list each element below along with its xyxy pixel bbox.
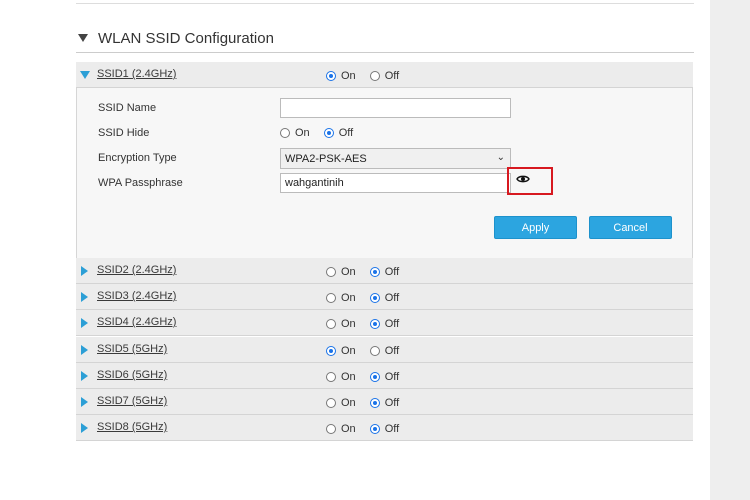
ssid-row: SSID8 (5GHz) On Off: [76, 415, 693, 441]
radio-label-on: On: [341, 345, 356, 357]
ssid-off-radio[interactable]: [369, 372, 380, 382]
radio-label-on: On: [341, 292, 356, 304]
triangle-right-icon[interactable]: [81, 371, 88, 381]
ssid-off-radio[interactable]: [369, 71, 380, 81]
radio-label-off: Off: [384, 397, 400, 409]
ssid-enable-radio-group: On Off: [326, 70, 413, 82]
ssid-link[interactable]: SSID3 (2.4GHz): [97, 290, 176, 302]
ssid-link[interactable]: SSID6 (5GHz): [97, 369, 167, 381]
top-divider: [76, 3, 694, 4]
ssid-on-radio[interactable]: [326, 346, 336, 356]
ssid-link[interactable]: SSID2 (2.4GHz): [97, 264, 176, 276]
triangle-down-icon[interactable]: [80, 71, 90, 79]
ssid-on-radio[interactable]: [326, 71, 336, 81]
ssid-row: SSID6 (5GHz) On Off: [76, 363, 693, 389]
triangle-right-icon[interactable]: [81, 423, 88, 433]
ssid-enable-radio-group: On Off: [326, 345, 413, 357]
radio-label-off: Off: [384, 292, 400, 304]
radio-label-off: Off: [384, 423, 400, 435]
ssid-enable-radio-group: On Off: [326, 318, 413, 330]
ssid-enable-radio-group: On Off: [326, 397, 413, 409]
ssid-row-ssid1: SSID1 (2.4GHz) On Off: [76, 62, 693, 88]
ssid-hide-off-radio[interactable]: [323, 128, 334, 138]
radio-label-on: On: [341, 318, 356, 330]
encryption-type-select[interactable]: WPA2-PSK-AES ⌄: [280, 148, 511, 169]
wpa-passphrase-label: WPA Passphrase: [98, 177, 183, 189]
apply-button[interactable]: Apply: [494, 216, 577, 239]
ssid-link[interactable]: SSID8 (5GHz): [97, 421, 167, 433]
radio-label-on: On: [341, 423, 356, 435]
ssid-name-input[interactable]: [280, 98, 511, 118]
highlight-box: [507, 167, 553, 195]
radio-label-off: Off: [384, 266, 400, 278]
ssid-off-radio[interactable]: [369, 319, 380, 329]
ssid-link[interactable]: SSID7 (5GHz): [97, 395, 167, 407]
ssid-on-radio[interactable]: [326, 424, 336, 434]
ssid-off-radio[interactable]: [369, 398, 380, 408]
ssid-row: SSID3 (2.4GHz) On Off: [76, 284, 693, 310]
radio-label-off: Off: [338, 127, 354, 139]
ssid-off-radio[interactable]: [369, 424, 380, 434]
radio-label-off: Off: [384, 70, 400, 82]
cancel-button[interactable]: Cancel: [589, 216, 672, 239]
section-title: WLAN SSID Configuration: [98, 29, 274, 47]
ssid-off-radio[interactable]: [369, 293, 380, 303]
radio-label-on: On: [341, 70, 356, 82]
ssid-hide-on-radio[interactable]: [280, 128, 290, 138]
ssid-row: SSID4 (2.4GHz) On Off: [76, 310, 693, 336]
ssid-link[interactable]: SSID5 (5GHz): [97, 343, 167, 355]
ssid-enable-radio-group: On Off: [326, 292, 413, 304]
ssid-row: SSID5 (5GHz) On Off: [76, 337, 693, 363]
radio-label-on: On: [341, 266, 356, 278]
section-divider: [76, 52, 694, 53]
triangle-right-icon[interactable]: [81, 397, 88, 407]
ssid-link[interactable]: SSID1 (2.4GHz): [97, 68, 176, 80]
ssid-off-radio[interactable]: [369, 267, 380, 277]
eye-icon[interactable]: [516, 174, 530, 184]
radio-label-off: Off: [384, 318, 400, 330]
ssid-enable-radio-group: On Off: [326, 371, 413, 383]
ssid-name-label: SSID Name: [98, 102, 157, 114]
ssid-enable-radio-group: On Off: [326, 423, 413, 435]
encryption-type-value: WPA2-PSK-AES: [285, 153, 367, 165]
ssid-row: SSID7 (5GHz) On Off: [76, 389, 693, 415]
triangle-right-icon[interactable]: [81, 266, 88, 276]
ssid-enable-radio-group: On Off: [326, 266, 413, 278]
radio-label-off: Off: [384, 345, 400, 357]
encryption-type-label: Encryption Type: [98, 152, 177, 164]
triangle-right-icon[interactable]: [81, 345, 88, 355]
ssid-on-radio[interactable]: [326, 267, 336, 277]
chevron-down-icon: ⌄: [496, 152, 505, 163]
ssid-hide-radio-group: On Off: [280, 127, 367, 139]
radio-label-on: On: [341, 397, 356, 409]
right-gutter: [710, 0, 750, 500]
ssid-link[interactable]: SSID4 (2.4GHz): [97, 316, 176, 328]
ssid-on-radio[interactable]: [326, 293, 336, 303]
radio-label-off: Off: [384, 371, 400, 383]
ssid-hide-label: SSID Hide: [98, 127, 150, 139]
ssid-on-radio[interactable]: [326, 319, 336, 329]
triangle-right-icon[interactable]: [81, 292, 88, 302]
triangle-right-icon[interactable]: [81, 318, 88, 328]
radio-label-on: On: [295, 127, 310, 139]
ssid-row: SSID2 (2.4GHz) On Off: [76, 258, 693, 284]
ssid-on-radio[interactable]: [326, 372, 336, 382]
ssid-on-radio[interactable]: [326, 398, 336, 408]
ssid-off-radio[interactable]: [369, 346, 380, 356]
wpa-passphrase-input[interactable]: [280, 173, 511, 193]
triangle-down-icon[interactable]: [78, 34, 88, 42]
section-header[interactable]: WLAN SSID Configuration: [78, 28, 274, 48]
radio-label-on: On: [341, 371, 356, 383]
